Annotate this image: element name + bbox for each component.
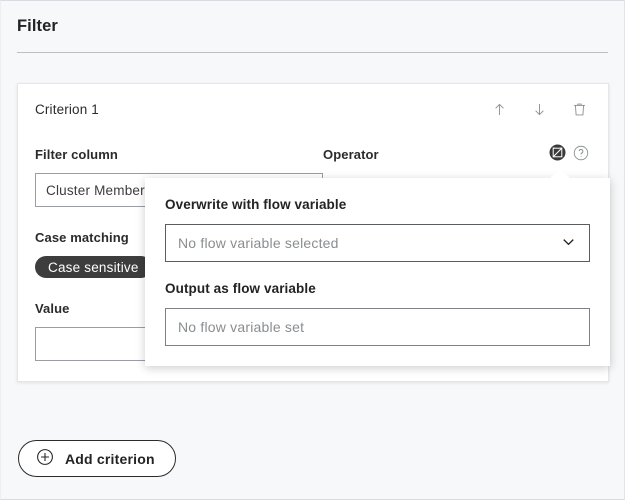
chevron-down-icon	[559, 232, 578, 254]
dialog-header: Filter	[1, 1, 624, 37]
flow-variable-popover: Overwrite with flow variable No flow var…	[145, 169, 610, 366]
header-divider	[17, 52, 608, 53]
move-up-button[interactable]	[489, 99, 509, 119]
popover-arrow	[550, 169, 570, 178]
case-sensitive-toggle[interactable]: Case sensitive	[35, 256, 152, 278]
filter-column-label: Filter column	[35, 147, 118, 162]
criterion-actions	[489, 99, 589, 119]
flow-variable-icon[interactable]	[549, 144, 566, 161]
page-title: Filter	[17, 17, 58, 35]
output-flow-variable-input[interactable]: No flow variable set	[165, 308, 590, 346]
plus-circle-icon	[36, 448, 54, 469]
operator-icon-group	[549, 144, 589, 161]
add-criterion-label: Add criterion	[65, 450, 155, 467]
move-down-button[interactable]	[529, 99, 549, 119]
overwrite-flow-variable-value: No flow variable selected	[178, 235, 339, 251]
criterion-title: Criterion 1	[35, 102, 99, 117]
output-flow-variable-label: Output as flow variable	[165, 281, 316, 296]
criterion-card-header: Criterion 1	[35, 100, 591, 126]
operator-label: Operator	[323, 147, 379, 162]
add-criterion-button[interactable]: Add criterion	[18, 440, 176, 477]
delete-criterion-button[interactable]	[569, 99, 589, 119]
overwrite-flow-variable-select[interactable]: No flow variable selected	[165, 224, 590, 262]
output-flow-variable-group: Output as flow variable No flow variable…	[165, 280, 590, 346]
operator-header: Operator	[323, 144, 591, 164]
help-circle-icon[interactable]	[573, 145, 589, 161]
overwrite-flow-variable-group: Overwrite with flow variable No flow var…	[165, 196, 590, 262]
overwrite-flow-variable-label: Overwrite with flow variable	[165, 197, 347, 212]
